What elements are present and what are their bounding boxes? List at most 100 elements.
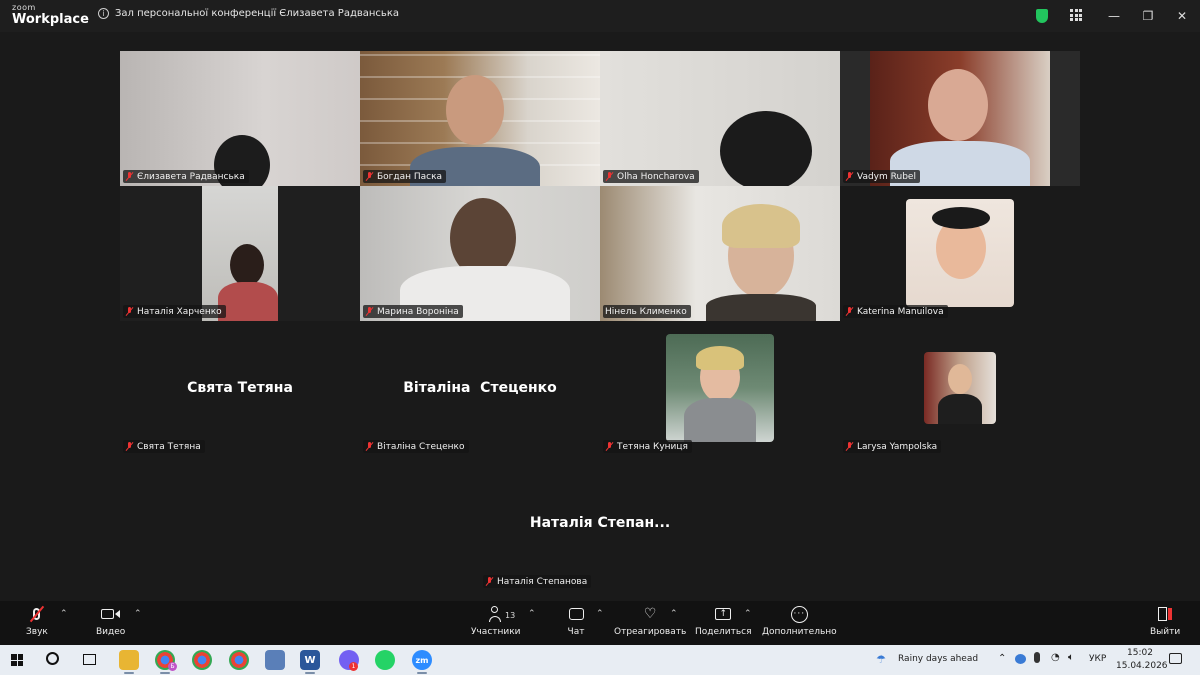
person-body — [218, 282, 278, 321]
chrome-profile-badge: Б — [168, 662, 177, 671]
participant-tile[interactable]: Olha Honcharova — [600, 51, 840, 186]
viber-notification-badge: 1 — [349, 662, 358, 671]
video-label: Видео — [96, 627, 126, 637]
person-body — [706, 294, 816, 321]
meeting-info[interactable]: i Зал персональної конференції Єлизавета… — [98, 8, 399, 19]
participant-namebar: Наталія Харченко — [123, 305, 226, 318]
participant-tile[interactable]: Тетяна Куниця — [600, 321, 840, 456]
participant-tile[interactable]: Наталія Степан... Наталія Степанова — [480, 456, 720, 591]
weather-rain-icon[interactable]: ☂ — [876, 653, 890, 666]
audio-label: Звук — [26, 627, 48, 637]
mic-muted-icon — [845, 442, 854, 451]
participant-display-name: Наталія Степан... — [529, 515, 671, 531]
leave-label: Выйти — [1150, 627, 1181, 637]
running-indicator — [305, 672, 315, 674]
participant-tile[interactable]: Larysa Yampolska — [840, 321, 1080, 456]
participant-tile[interactable]: Vadym Rubel — [840, 51, 1080, 186]
view-grid-icon[interactable] — [1070, 9, 1082, 21]
weather-text[interactable]: Rainy days ahead — [898, 654, 978, 664]
mic-muted-icon — [365, 442, 374, 451]
more-button[interactable]: ··· Дополнительно — [762, 605, 837, 637]
participant-tile[interactable]: Katerina Manuilova — [840, 186, 1080, 321]
participants-label: Участники — [471, 627, 521, 637]
chat-bubble-icon — [566, 605, 586, 623]
participant-tile[interactable]: Єлизавета Радванська — [120, 51, 360, 186]
leave-button[interactable]: Выйти — [1150, 605, 1180, 637]
react-options-chevron-icon[interactable]: ⌃ — [670, 609, 678, 619]
mic-muted-icon — [365, 172, 374, 181]
cloud-sync-icon[interactable] — [1015, 654, 1026, 664]
clock-time[interactable]: 15:02 — [1127, 648, 1153, 658]
participant-tile[interactable]: Наталія Харченко — [120, 186, 360, 321]
wifi-icon[interactable]: ◔ — [1051, 652, 1060, 663]
whatsapp-icon[interactable] — [375, 650, 395, 670]
share-screen-icon: ↑ — [713, 605, 733, 623]
chrome-icon[interactable] — [229, 650, 249, 670]
profile-photo — [906, 199, 1014, 307]
search-icon[interactable] — [46, 652, 59, 665]
chat-button[interactable]: Чат — [566, 605, 586, 637]
file-explorer-icon[interactable] — [119, 650, 139, 670]
video-button[interactable]: Видео — [96, 605, 125, 637]
participant-namebar: Віталіна Стеценко — [363, 440, 469, 453]
chat-options-chevron-icon[interactable]: ⌃ — [596, 609, 604, 619]
participant-namebar: Katerina Manuilova — [843, 305, 948, 318]
encryption-shield-icon[interactable] — [1036, 9, 1048, 23]
task-view-icon[interactable] — [83, 654, 96, 665]
zoom-app-icon[interactable]: zm — [412, 650, 432, 670]
audio-button[interactable]: Звук — [26, 605, 48, 637]
windows-start-icon[interactable] — [11, 654, 23, 666]
participants-options-chevron-icon[interactable]: ⌃ — [528, 609, 536, 619]
share-options-chevron-icon[interactable]: ⌃ — [744, 609, 752, 619]
participant-name: Larysa Yampolska — [857, 441, 938, 452]
word-icon[interactable]: W — [300, 650, 320, 670]
participant-name: Katerina Manuilova — [857, 306, 944, 317]
notifications-icon[interactable] — [1169, 653, 1182, 664]
network-app-icon[interactable] — [265, 650, 285, 670]
participant-name: Тетяна Куниця — [617, 441, 688, 452]
leave-door-icon — [1155, 605, 1175, 623]
participant-tile[interactable]: Віталіна Стеценко Віталіна Стеценко — [360, 321, 600, 456]
participant-tile-active-speaker[interactable]: Нінель Клименко — [600, 186, 840, 321]
participant-namebar: Богдан Паска — [363, 170, 447, 183]
audio-options-chevron-icon[interactable]: ⌃ — [60, 609, 68, 619]
participant-namebar: Нінель Клименко — [603, 305, 691, 318]
language-indicator[interactable]: УКР — [1089, 654, 1106, 664]
restore-button[interactable]: ❐ — [1138, 6, 1158, 26]
minimize-button[interactable]: — — [1104, 6, 1124, 26]
more-label: Дополнительно — [762, 627, 837, 637]
person-body — [938, 394, 982, 424]
microphone-icon[interactable] — [1034, 652, 1040, 663]
participant-name: Нінель Клименко — [605, 306, 687, 317]
info-icon[interactable]: i — [98, 8, 109, 19]
mic-muted-icon — [125, 307, 134, 316]
windows-taskbar: Б W 1 zm ☂ Rainy days ahead ⌃ ◔ 🔈︎ УКР 1… — [0, 645, 1200, 675]
person-hat — [932, 207, 990, 229]
participant-tile[interactable]: Богдан Паска — [360, 51, 600, 186]
participants-button[interactable]: Участники — [471, 605, 521, 637]
participant-namebar: Марина Вороніна — [363, 305, 463, 318]
participant-name: Olha Honcharova — [617, 171, 695, 182]
participant-tile[interactable]: Марина Вороніна — [360, 186, 600, 321]
participant-name: Марина Вороніна — [377, 306, 459, 317]
participants-icon — [486, 605, 506, 623]
title-bar: zoom Workplace i Зал персональної конфер… — [0, 0, 1200, 32]
participant-namebar: Larysa Yampolska — [843, 440, 942, 453]
mic-muted-icon — [485, 577, 494, 586]
video-options-chevron-icon[interactable]: ⌃ — [134, 609, 142, 619]
participant-display-name: Віталіна Стеценко — [403, 380, 557, 396]
participant-tile[interactable]: Свята Тетяна Свята Тетяна — [120, 321, 360, 456]
tray-overflow-chevron-icon[interactable]: ⌃ — [998, 653, 1006, 664]
running-indicator — [124, 672, 134, 674]
participant-namebar: Єлизавета Радванська — [123, 170, 249, 183]
close-button[interactable]: ✕ — [1172, 6, 1192, 26]
participant-name: Vadym Rubel — [857, 171, 916, 182]
person-body — [684, 398, 756, 442]
volume-icon[interactable]: 🔈︎ — [1068, 652, 1074, 663]
participant-namebar: Olha Honcharova — [603, 170, 699, 183]
person-face — [230, 244, 264, 286]
meeting-toolbar: Звук ⌃ Видео ⌃ Участники 13 ⌃ Чат ⌃ ♡ От… — [0, 601, 1200, 645]
clock-date[interactable]: 15.04.2026 — [1116, 661, 1168, 671]
chrome-icon[interactable] — [192, 650, 212, 670]
participant-name: Віталіна Стеценко — [377, 441, 465, 452]
